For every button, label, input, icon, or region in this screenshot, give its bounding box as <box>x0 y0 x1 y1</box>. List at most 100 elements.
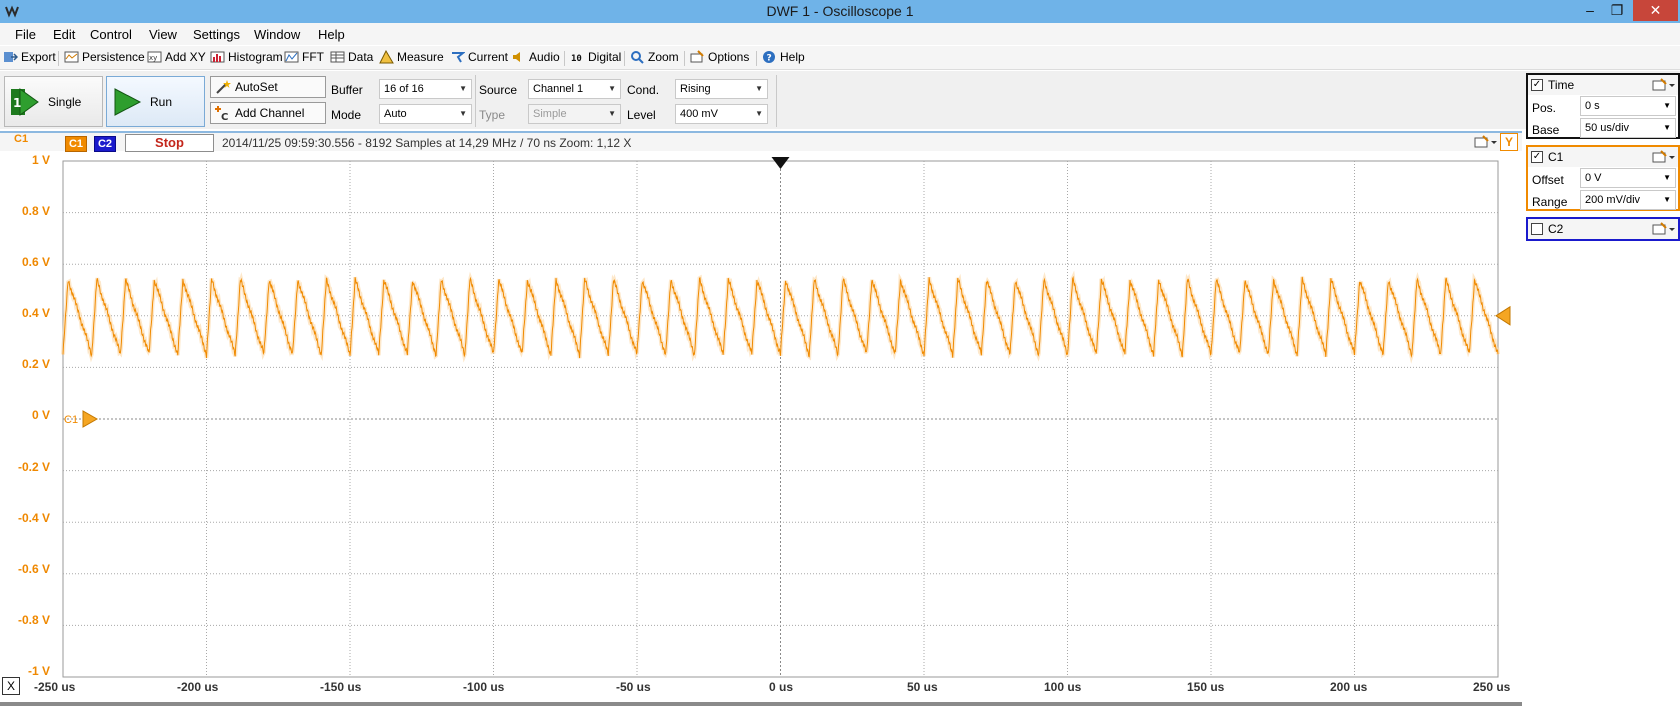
menu-help[interactable]: Help <box>318 27 345 42</box>
capture-info: 2014/11/25 09:59:30.556 - 8192 Samples a… <box>222 136 632 150</box>
c1-offset-label: Offset <box>1532 173 1564 187</box>
menu-file[interactable]: File <box>15 27 36 42</box>
type-value: Simple <box>533 108 567 120</box>
time-base-value: 50 us/div <box>1585 122 1630 134</box>
add-xy-button[interactable]: xy Add XY <box>147 50 206 64</box>
x-tick-label: 0 us <box>769 680 794 694</box>
dropdown-arrow-icon: ▼ <box>459 109 467 118</box>
menu-view[interactable]: View <box>149 27 177 42</box>
c1-checkbox[interactable]: ✓ <box>1531 151 1543 163</box>
options-button[interactable]: Options <box>690 50 749 64</box>
time-position-label: Pos. <box>1532 101 1557 115</box>
oscilloscope-chart[interactable]: C1 <box>0 151 1522 708</box>
title-bar: DWF 1 - Oscilloscope 1 – ❐ ✕ <box>0 0 1680 23</box>
current-button[interactable]: Current <box>450 50 508 64</box>
time-base-dropdown[interactable]: 50 us/div ▼ <box>1580 118 1676 138</box>
export-button[interactable]: Export <box>3 50 56 64</box>
xy-icon: xy <box>147 51 162 63</box>
time-checkbox[interactable]: ✓ <box>1531 79 1543 91</box>
minimize-button[interactable]: – <box>1577 0 1603 21</box>
y-tick-label: -0.4 V <box>17 511 50 525</box>
time-settings-icon[interactable] <box>1652 78 1676 92</box>
c1-offset-input[interactable]: 0 V ▼ <box>1580 168 1676 188</box>
y-tick-label: 1 V <box>31 153 50 167</box>
c1-range-dropdown[interactable]: 200 mV/div ▼ <box>1580 190 1676 210</box>
c1-range-label: Range <box>1532 195 1568 209</box>
c1-offset-value: 0 V <box>1585 172 1602 184</box>
menu-settings[interactable]: Settings <box>193 27 240 42</box>
level-input[interactable]: 400 mV ▼ <box>675 104 768 124</box>
menu-window[interactable]: Window <box>254 27 300 42</box>
c2-tag[interactable]: C2 <box>94 136 116 152</box>
time-position-input[interactable]: 0 s ▼ <box>1580 96 1676 116</box>
time-panel-header: ✓ Time <box>1528 75 1678 95</box>
buffer-label: Buffer <box>331 83 363 97</box>
measure-button[interactable]: Measure <box>379 50 444 64</box>
c1-tag[interactable]: C1 <box>65 136 87 152</box>
mode-dropdown[interactable]: Auto ▼ <box>379 104 472 124</box>
c2-settings-icon[interactable] <box>1652 222 1676 236</box>
x-tick-label: 200 us <box>1330 680 1368 694</box>
menu-control[interactable]: Control <box>90 27 132 42</box>
export-label: Export <box>21 50 56 64</box>
c1-settings-icon[interactable] <box>1652 150 1676 164</box>
toolbar-divider <box>624 51 625 66</box>
y-tick-label: -0.2 V <box>17 460 50 474</box>
play-icon <box>114 87 142 116</box>
scope-options-icon[interactable] <box>1474 135 1498 149</box>
condition-dropdown[interactable]: Rising ▼ <box>675 79 768 99</box>
y-axis-button[interactable]: Y <box>1500 133 1518 151</box>
toolbar-divider <box>564 51 565 66</box>
add-channel-button[interactable]: C Add Channel <box>210 102 326 124</box>
magic-wand-icon <box>216 80 231 94</box>
dropdown-arrow-icon: ▼ <box>755 84 763 93</box>
toolbar-divider <box>58 51 59 66</box>
c1-panel-title: C1 <box>1548 150 1564 164</box>
data-button[interactable]: Data <box>330 50 373 64</box>
persistence-label: Persistence <box>82 50 145 64</box>
audio-button[interactable]: Audio <box>511 50 560 64</box>
help-button[interactable]: ? Help <box>762 50 805 64</box>
dropdown-arrow-icon: ▼ <box>1663 173 1671 182</box>
svg-text:C: C <box>221 112 228 121</box>
time-position-value: 0 s <box>1585 100 1600 112</box>
scope-header: C1 C1 C2 Stop 2014/11/25 09:59:30.556 - … <box>0 131 1522 152</box>
x-tick-label: -200 us <box>177 680 219 694</box>
audio-icon <box>513 52 520 62</box>
histogram-button[interactable]: Histogram <box>210 50 283 64</box>
menu-edit[interactable]: Edit <box>53 27 75 42</box>
current-label: Current <box>468 50 509 64</box>
fft-button[interactable]: FFT <box>284 50 324 64</box>
restore-button[interactable]: ❐ <box>1604 0 1630 21</box>
type-label: Type <box>479 108 506 122</box>
condition-label: Cond. <box>627 83 660 97</box>
close-button[interactable]: ✕ <box>1633 0 1678 21</box>
run-button[interactable]: Run <box>106 76 205 127</box>
x-tick-label: 50 us <box>907 680 938 694</box>
audio-label: Audio <box>529 50 560 64</box>
digital-button[interactable]: 10 Digital <box>570 50 621 64</box>
condition-value: Rising <box>680 83 711 95</box>
mode-value: Auto <box>384 108 407 120</box>
digital-label: Digital <box>588 50 622 64</box>
buffer-dropdown[interactable]: 16 of 16 ▼ <box>379 79 472 99</box>
zoom-button[interactable]: Zoom <box>630 50 679 64</box>
c2-checkbox[interactable] <box>1531 223 1543 235</box>
y-tick-label: 0.8 V <box>21 204 50 218</box>
source-label: Source <box>479 83 518 97</box>
autoset-button[interactable]: AutoSet <box>210 76 326 98</box>
c1-panel-header: ✓ C1 <box>1528 147 1678 167</box>
control-divider <box>776 75 777 127</box>
source-dropdown[interactable]: Channel 1 ▼ <box>528 79 621 99</box>
window-title: DWF 1 - Oscilloscope 1 <box>766 3 914 19</box>
x-axis-button[interactable]: X <box>2 677 20 695</box>
add-channel-icon: C <box>215 106 228 121</box>
export-icon <box>4 52 18 62</box>
persistence-button[interactable]: Persistence <box>64 50 145 64</box>
level-value: 400 mV <box>680 108 718 120</box>
dropdown-arrow-icon: ▼ <box>1663 195 1671 204</box>
svg-text:10: 10 <box>571 54 582 64</box>
y-tick-label: -0.6 V <box>17 562 50 576</box>
single-button[interactable]: 1 Single <box>4 76 103 127</box>
horizontal-scrollbar[interactable] <box>0 702 1522 706</box>
